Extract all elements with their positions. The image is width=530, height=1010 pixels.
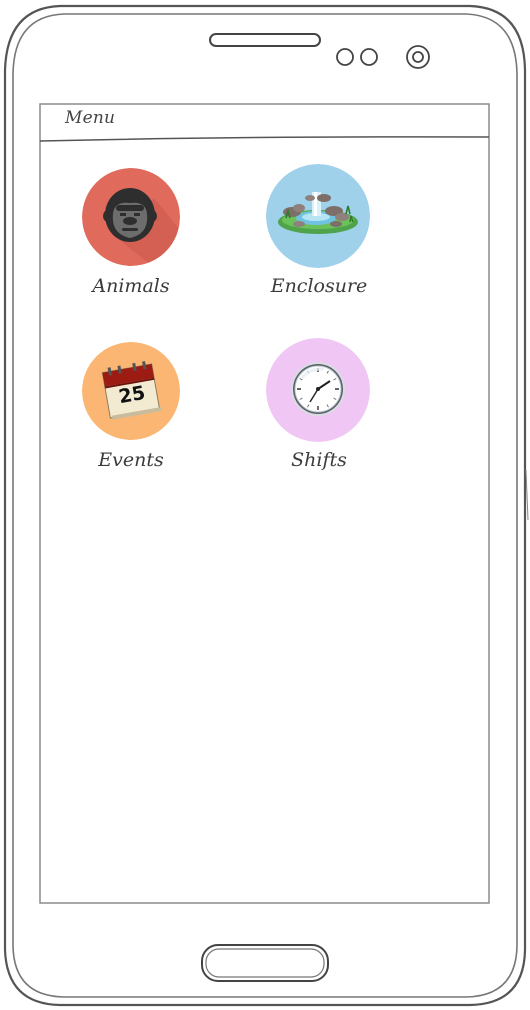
clock-icon — [266, 338, 370, 442]
calendar-icon: 25 — [82, 342, 180, 440]
menu-title[interactable]: Menu — [65, 108, 115, 128]
camera-icon — [406, 45, 430, 69]
tile-events[interactable]: 25 Events — [46, 342, 216, 482]
tile-label-events: Events — [98, 449, 164, 471]
tile-label-shifts: Shifts — [291, 449, 347, 471]
tile-label-enclosure: Enclosure — [270, 275, 368, 297]
tile-enclosure[interactable]: Enclosure — [234, 164, 404, 308]
earpiece-slot — [209, 33, 321, 47]
tile-animals[interactable]: Animals — [46, 168, 216, 308]
menu-bar: Menu — [40, 104, 489, 137]
sensor-dot — [336, 48, 354, 66]
tile-label-animals: Animals — [92, 275, 170, 297]
sensor-dot — [360, 48, 378, 66]
phone-mockup: Menu Animals Enclosure 25 Events Shifts — [0, 0, 530, 1010]
pond-icon — [266, 164, 370, 268]
home-button[interactable] — [201, 944, 329, 982]
gorilla-icon — [82, 168, 180, 266]
tile-shifts[interactable]: Shifts — [234, 338, 404, 482]
